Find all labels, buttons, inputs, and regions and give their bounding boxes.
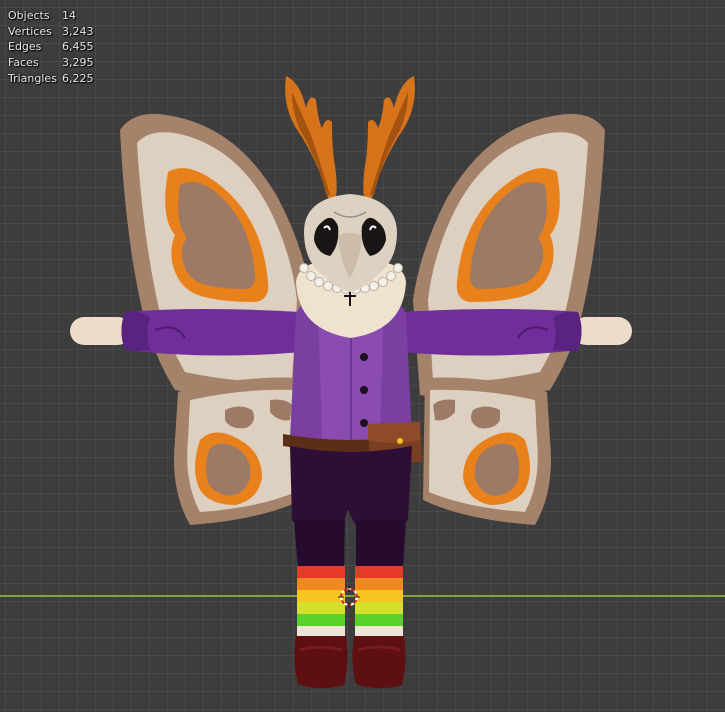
3d-cursor-icon[interactable]: [338, 586, 360, 608]
upper-right-wing: [413, 113, 605, 399]
lower-left-wing: [174, 377, 302, 525]
pants: [290, 446, 412, 568]
left-arm: [70, 309, 302, 356]
lower-right-wing: [423, 377, 551, 525]
shoes: [294, 636, 406, 689]
right-antler: [363, 76, 415, 198]
upper-left-wing: [120, 113, 312, 399]
moth-character-model[interactable]: [0, 0, 725, 712]
3d-viewport[interactable]: Objects 14 Vertices 3,243 Edges 6,455 Fa…: [0, 0, 725, 712]
left-antler: [285, 76, 337, 198]
right-rainbow-sock: [355, 566, 403, 636]
right-arm: [400, 309, 632, 356]
